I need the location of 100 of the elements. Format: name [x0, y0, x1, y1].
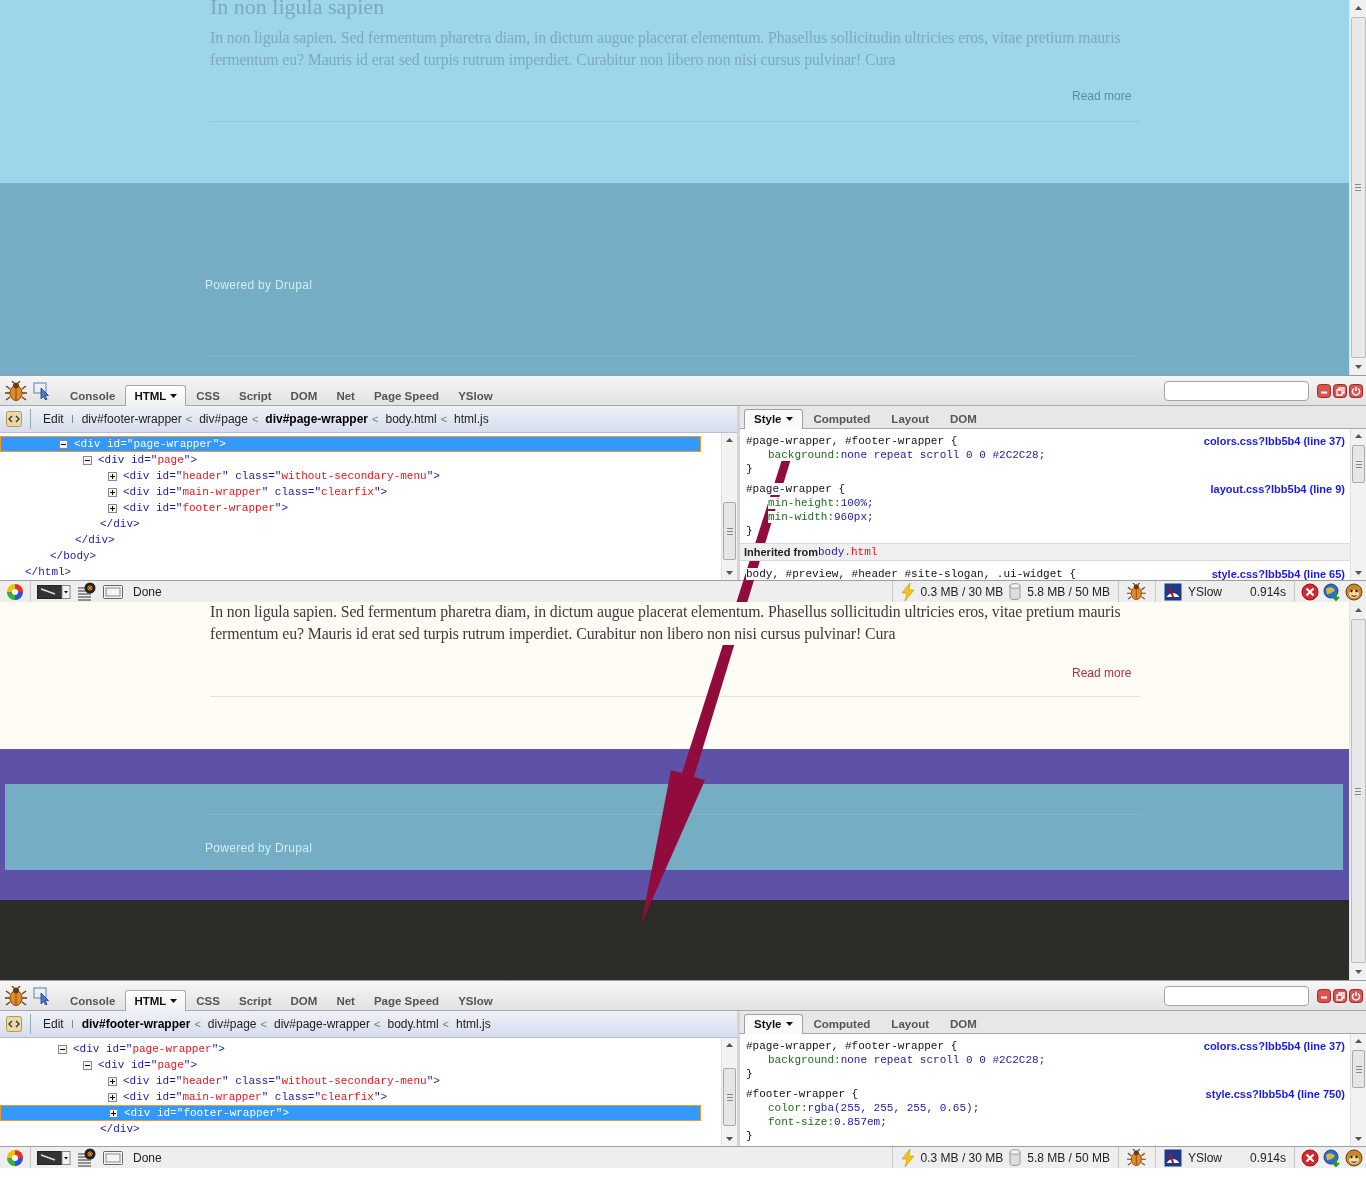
restore-icon[interactable] — [1333, 383, 1347, 398]
panel-scrollbar[interactable] — [721, 433, 737, 580]
monkey-face-icon[interactable] — [1345, 1148, 1363, 1167]
list-badge-icon[interactable] — [77, 1147, 97, 1168]
scroll-up-icon[interactable] — [726, 438, 733, 442]
panel-tab[interactable]: Script — [229, 990, 281, 1010]
breadcrumb-item[interactable]: div#page — [207, 1017, 257, 1031]
power-icon[interactable] — [1349, 383, 1363, 398]
side-panel-tab[interactable]: DOM — [940, 1014, 987, 1033]
scroll-down-icon[interactable] — [1355, 1137, 1362, 1141]
side-panel-tab[interactable]: Computed — [803, 1014, 881, 1033]
css-declaration[interactable]: min-width:960px; — [746, 510, 1345, 524]
html-tag-line[interactable]: <div id="page"> — [96, 1058, 200, 1072]
yslow-label[interactable]: YSlow — [1187, 584, 1222, 599]
breadcrumb-item[interactable]: div#page-wrapper — [273, 1017, 371, 1031]
edit-button[interactable]: Edit — [43, 1017, 64, 1031]
gauge-icon[interactable] — [1163, 582, 1182, 601]
html-tag-line[interactable]: <div id="header" class="without-secondary-menu"> — [121, 1074, 442, 1088]
minimize-icon[interactable] — [1317, 988, 1331, 1003]
expand-icon[interactable] — [108, 1092, 117, 1102]
panel-tab[interactable]: Net — [327, 385, 364, 405]
collapse-icon[interactable] — [83, 1060, 92, 1070]
side-panel-tab[interactable]: Style — [744, 409, 803, 429]
panel-tab[interactable]: HTML — [125, 385, 187, 406]
bug-icon[interactable] — [5, 380, 27, 401]
scroll-down-icon[interactable] — [1354, 970, 1362, 974]
stylesheet-link[interactable]: style.css?lbb5b4 (line 65) — [1211, 568, 1345, 580]
globe-download-icon[interactable] — [1323, 582, 1341, 601]
scroll-up-icon[interactable] — [1355, 1039, 1362, 1043]
pen-dropdown-icon[interactable] — [37, 1150, 71, 1165]
html-toggle-icon[interactable] — [6, 1016, 22, 1032]
monkey-face-icon[interactable] — [1345, 582, 1363, 601]
panel-tab[interactable]: Script — [229, 385, 281, 405]
scroll-up-icon[interactable] — [726, 1043, 733, 1047]
scroll-up-icon[interactable] — [1354, 6, 1362, 10]
screen-icon[interactable] — [103, 1150, 123, 1165]
power-icon[interactable] — [1349, 988, 1363, 1003]
stylesheet-link[interactable]: style.css?lbb5b4 (line 750) — [1205, 1088, 1345, 1100]
search-field[interactable] — [1164, 380, 1309, 401]
panel-tab[interactable]: DOM — [281, 385, 327, 405]
screen-icon[interactable] — [103, 584, 123, 599]
side-panel-tab[interactable]: Layout — [881, 409, 940, 428]
page-scrollbar[interactable] — [1349, 602, 1366, 980]
panel-tab[interactable]: Page Speed — [364, 385, 449, 405]
bug-icon[interactable] — [1126, 582, 1147, 601]
breadcrumb-item[interactable]: body.html — [387, 1017, 439, 1031]
pen-dropdown-icon[interactable] — [37, 584, 71, 599]
panel-tab[interactable]: CSS — [187, 990, 229, 1010]
panel-scrollbar[interactable] — [1350, 429, 1366, 580]
color-wheel-icon[interactable] — [6, 582, 24, 601]
panel-tab[interactable]: YSlow — [449, 385, 502, 405]
scroll-down-icon[interactable] — [726, 571, 733, 575]
edit-button[interactable]: Edit — [43, 412, 64, 426]
html-tag-line[interactable]: <div id="page"> — [96, 453, 200, 467]
css-declaration[interactable]: background:none repeat scroll 0 0 #2C2C28; — [746, 1053, 1345, 1067]
error-icon[interactable] — [1301, 582, 1319, 601]
expand-icon[interactable] — [108, 1076, 117, 1086]
globe-download-icon[interactable] — [1323, 1148, 1341, 1167]
panel-tab[interactable]: CSS — [187, 385, 229, 405]
panel-scrollbar[interactable] — [1350, 1034, 1366, 1146]
expand-icon[interactable] — [108, 487, 117, 497]
stylesheet-link[interactable]: colors.css?lbb5b4 (line 37) — [1203, 435, 1345, 447]
breadcrumb-item[interactable]: div#page — [199, 412, 248, 426]
inspect-pointer-icon[interactable] — [33, 986, 51, 1005]
bug-icon[interactable] — [5, 985, 27, 1006]
inspect-pointer-icon[interactable] — [33, 381, 51, 400]
scroll-up-icon[interactable] — [1355, 434, 1362, 438]
css-declaration[interactable]: color:rgba(255, 255, 255, 0.65); — [746, 1101, 1345, 1115]
expand-icon[interactable] — [109, 1108, 118, 1118]
scroll-down-icon[interactable] — [726, 1137, 733, 1141]
stylesheet-link[interactable]: layout.css?lbb5b4 (line 9) — [1210, 483, 1345, 495]
html-tag-line[interactable]: <div id="page-wrapper"> — [71, 1042, 227, 1056]
scroll-up-icon[interactable] — [1354, 608, 1362, 612]
scroll-down-icon[interactable] — [1355, 571, 1362, 575]
expand-icon[interactable] — [108, 503, 117, 513]
side-panel-tab[interactable]: DOM — [940, 409, 987, 428]
yslow-label[interactable]: YSlow — [1187, 1150, 1222, 1165]
list-badge-icon[interactable] — [77, 581, 97, 602]
read-more-link[interactable]: Read more — [1072, 666, 1132, 680]
restore-icon[interactable] — [1333, 988, 1347, 1003]
css-declaration[interactable]: min-height:100%; — [746, 496, 1345, 510]
stylesheet-link[interactable]: colors.css?lbb5b4 (line 37) — [1203, 1040, 1345, 1052]
breadcrumb-item[interactable]: div#footer-wrapper — [81, 1017, 191, 1031]
error-icon[interactable] — [1301, 1148, 1319, 1167]
dropdown-caret-icon[interactable] — [785, 417, 793, 421]
panel-tab[interactable]: Page Speed — [364, 990, 449, 1010]
breadcrumb-item[interactable]: div#page-wrapper — [265, 412, 369, 426]
panel-tab[interactable]: YSlow — [449, 990, 502, 1010]
collapse-icon[interactable] — [58, 1044, 67, 1054]
css-declaration[interactable]: font-size:0.857em; — [746, 1115, 1345, 1129]
dropdown-caret-icon[interactable] — [170, 999, 178, 1003]
side-panel-tab[interactable]: Computed — [803, 409, 881, 428]
panel-tab[interactable]: Console — [61, 385, 125, 405]
panel-tab[interactable]: DOM — [281, 990, 327, 1010]
side-panel-tab[interactable]: Layout — [881, 1014, 940, 1033]
collapse-icon[interactable] — [83, 455, 92, 465]
html-tag-line[interactable]: <div id="main-wrapper" class="clearfix"> — [121, 485, 390, 499]
breadcrumb-item[interactable]: div#footer-wrapper — [81, 412, 182, 426]
panel-tab[interactable]: Net — [327, 990, 364, 1010]
panel-scrollbar[interactable] — [721, 1038, 737, 1146]
